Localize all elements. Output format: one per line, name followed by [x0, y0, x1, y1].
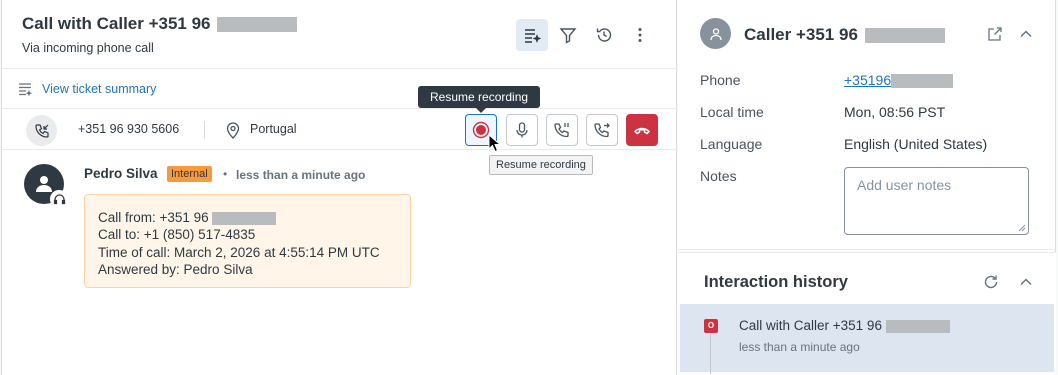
filter-button[interactable]	[552, 19, 584, 51]
phone-transfer-icon	[594, 123, 610, 138]
note-line: Call to: +1 (850) 517-4835	[98, 227, 256, 243]
event-timestamp: less than a minute ago	[236, 168, 366, 182]
note-line: Time of call: March 2, 2026 at 4:55:14 P…	[98, 244, 380, 260]
note-call-from: Call from: +351 96	[98, 210, 209, 225]
event-author: Pedro Silva	[84, 166, 158, 181]
phone-value: +35196	[844, 72, 954, 89]
redacted-block	[864, 28, 945, 44]
list-sparkle-icon	[525, 29, 541, 43]
phone-link[interactable]: +35196	[844, 72, 891, 88]
collapse-chevron-icon[interactable]	[1017, 25, 1035, 43]
caller-card: Caller +351 96 Phone +35196 Local time M…	[678, 0, 1056, 250]
collapse-chevron-icon[interactable]	[1017, 273, 1035, 291]
redacted-block	[891, 74, 954, 89]
separator-dot: •	[223, 167, 228, 181]
mouse-cursor-icon	[488, 134, 502, 153]
status-badge: O	[704, 319, 718, 333]
note-line: Call from: +351 96	[98, 209, 410, 226]
note-line: Answered by: Pedro Silva	[98, 261, 253, 277]
user-icon	[709, 27, 722, 40]
call-controls-bar: +351 96 930 5606 Portugal	[2, 110, 677, 150]
interaction-history-title: Interaction history	[704, 273, 848, 291]
history-button[interactable]	[588, 19, 620, 51]
mute-button[interactable]	[506, 114, 538, 146]
ticket-summary-bar: View ticket summary	[2, 70, 677, 109]
microphone-icon	[516, 122, 528, 138]
redacted-block	[885, 319, 950, 333]
hang-up-button[interactable]	[626, 114, 658, 146]
phone-label: Phone	[700, 72, 741, 88]
history-item-title-text: Call with Caller +351 96	[739, 318, 882, 333]
user-notes-field[interactable]: Add user notes	[844, 167, 1029, 235]
internal-note: Call from: +351 96 Call to: +1 (850) 517…	[84, 194, 411, 288]
local-time-value: Mon, 08:56 PST	[844, 104, 946, 120]
local-time-label: Local time	[700, 104, 764, 120]
context-panel-button[interactable]	[516, 19, 548, 51]
transfer-button[interactable]	[586, 114, 618, 146]
hang-up-icon	[633, 127, 651, 135]
native-tooltip-resume-recording: Resume recording	[489, 155, 593, 175]
caller-number: +351 96 930 5606	[78, 122, 180, 136]
ticket-header: Call with Caller +351 96 Via incoming ph…	[2, 0, 677, 69]
timeline-line	[710, 334, 711, 374]
language-label: Language	[700, 136, 763, 152]
refresh-icon[interactable]	[982, 273, 1000, 291]
headset-icon	[53, 193, 65, 204]
interaction-history: Interaction history O Call with Caller +…	[678, 252, 1056, 375]
ticket-title-text: Call with Caller +351 96	[22, 14, 211, 33]
customer-context-pane: Caller +351 96 Phone +35196 Local time M…	[678, 0, 1056, 375]
history-icon	[596, 28, 612, 42]
internal-badge: Internal	[167, 166, 212, 182]
phone-hold-icon	[554, 123, 569, 138]
summary-icon	[19, 83, 32, 96]
ticket-pane: Call with Caller +351 96 Via incoming ph…	[1, 0, 677, 375]
app-window: Call with Caller +351 96 Via incoming ph…	[0, 0, 1058, 375]
location-pin-icon	[226, 122, 240, 139]
history-item-time: less than a minute ago	[739, 340, 860, 354]
resize-grip-icon[interactable]	[1018, 224, 1026, 232]
more-vertical-icon	[638, 28, 642, 42]
redacted-block	[212, 211, 277, 225]
redacted-block	[217, 17, 298, 33]
phone-incoming-icon	[34, 123, 49, 138]
filter-icon	[559, 28, 577, 44]
notes-label: Notes	[700, 168, 737, 184]
caller-avatar	[700, 18, 731, 49]
ticket-title: Call with Caller +351 96	[22, 14, 298, 34]
caller-country: Portugal	[250, 122, 297, 136]
more-options-button[interactable]	[624, 19, 656, 51]
tooltip-resume-recording: Resume recording	[418, 86, 541, 113]
agent-badge	[50, 190, 68, 208]
call-status-indicator	[26, 115, 57, 146]
history-item-title: Call with Caller +351 96	[739, 318, 950, 333]
hold-button[interactable]	[546, 114, 578, 146]
history-item[interactable]: O Call with Caller +351 96 less than a m…	[680, 304, 1054, 374]
divider	[204, 121, 205, 139]
agent-avatar	[24, 164, 68, 208]
caller-name-text: Caller +351 96	[744, 25, 858, 44]
caller-name: Caller +351 96	[744, 25, 945, 45]
notes-placeholder: Add user notes	[857, 177, 952, 193]
view-ticket-summary-link[interactable]: View ticket summary	[42, 82, 156, 96]
open-external-icon[interactable]	[986, 25, 1004, 43]
language-value: English (United States)	[844, 136, 988, 152]
ticket-subtitle: Via incoming phone call	[22, 41, 154, 55]
